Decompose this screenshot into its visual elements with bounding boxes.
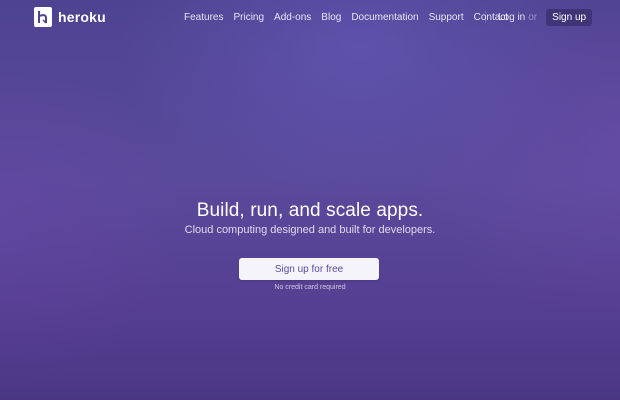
signup-button[interactable]: Sign up [546, 8, 593, 26]
nav-item-support[interactable]: Support [429, 12, 464, 23]
no-credit-card-note: No credit card required [274, 284, 346, 291]
heroku-logo-link[interactable]: heroku [34, 7, 106, 27]
main-nav: Features Pricing Add-ons Blog Documentat… [184, 10, 508, 24]
heroku-logo-icon [34, 7, 52, 27]
nav-item-features[interactable]: Features [184, 12, 223, 23]
login-link[interactable]: Log in [498, 12, 525, 23]
top-navigation-bar: heroku Features Pricing Add-ons Blog Doc… [0, 0, 620, 34]
hero-title: Build, run, and scale apps. [196, 200, 424, 221]
nav-item-blog[interactable]: Blog [321, 12, 341, 23]
nav-divider [485, 11, 486, 23]
auth-links: Log in or Sign up [498, 8, 593, 26]
hero-subtitle: Cloud computing designed and built for d… [184, 224, 436, 236]
brand-name: heroku [58, 9, 106, 25]
or-separator: or [528, 11, 538, 23]
nav-item-add-ons[interactable]: Add-ons [274, 12, 311, 23]
nav-item-documentation[interactable]: Documentation [351, 12, 418, 23]
nav-item-pricing[interactable]: Pricing [233, 12, 264, 23]
signup-for-free-button[interactable]: Sign up for free [239, 258, 379, 280]
